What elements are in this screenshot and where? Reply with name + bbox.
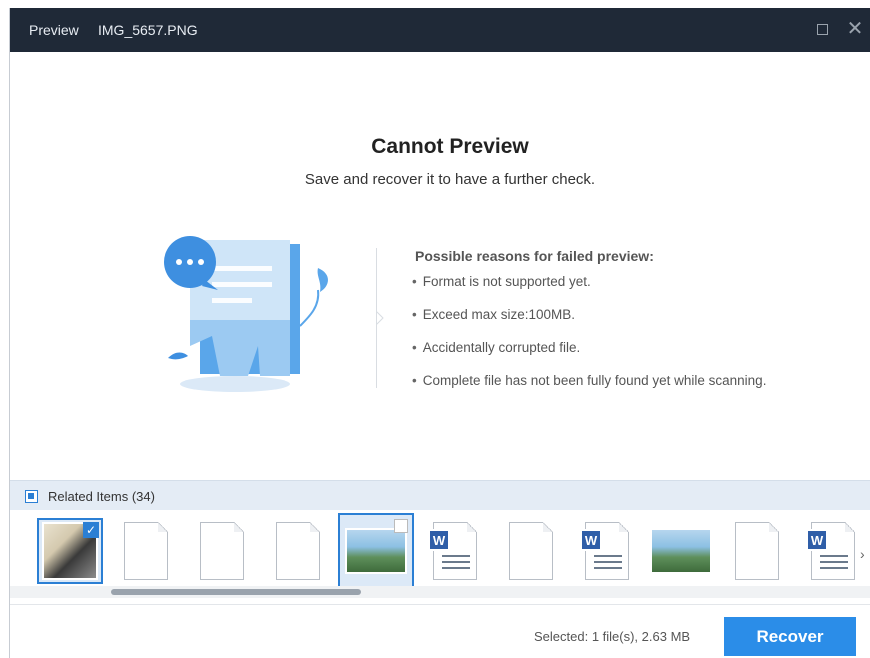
reason-item: • Complete file has not been fully found … bbox=[412, 373, 767, 388]
related-items-label: Related Items (34) bbox=[48, 489, 155, 504]
window-title: Preview bbox=[29, 22, 79, 38]
scroll-right-icon[interactable]: › bbox=[860, 546, 865, 562]
reason-item: • Exceed max size:100MB. bbox=[412, 307, 576, 322]
thumbnail-item[interactable]: W bbox=[422, 518, 488, 584]
thumbnail-item[interactable] bbox=[724, 518, 790, 584]
thumbnail-item[interactable] bbox=[498, 518, 564, 584]
file-icon bbox=[735, 522, 779, 580]
title-bar: Preview IMG_5657.PNG ✕ bbox=[10, 8, 870, 52]
file-icon bbox=[276, 522, 320, 580]
checked-icon: ✓ bbox=[83, 522, 99, 538]
reasons-title: Possible reasons for failed preview: bbox=[415, 248, 654, 264]
cannot-preview-heading: Cannot Preview bbox=[371, 135, 529, 158]
selection-summary: Selected: 1 file(s), 2.63 MB bbox=[534, 629, 691, 644]
related-items-checkbox[interactable] bbox=[25, 490, 38, 503]
file-icon bbox=[124, 522, 168, 580]
related-items-bar: Related Items (34) bbox=[10, 480, 870, 510]
thumbnail-item[interactable]: W bbox=[574, 518, 640, 584]
divider-notch bbox=[376, 311, 384, 325]
word-document-icon: W bbox=[580, 522, 629, 580]
unchecked-icon bbox=[394, 519, 408, 533]
photo-thumbnail bbox=[345, 528, 407, 574]
reason-item: • Accidentally corrupted file. bbox=[412, 340, 581, 355]
maximize-button[interactable] bbox=[813, 20, 831, 38]
footer: Selected: 1 file(s), 2.63 MB Recover bbox=[10, 604, 870, 658]
maximize-icon bbox=[816, 23, 828, 35]
thumbnail-item[interactable] bbox=[189, 518, 255, 584]
cannot-preview-subheading: Save and recover it to have a further ch… bbox=[304, 171, 596, 188]
scrollbar-thumb[interactable] bbox=[111, 589, 361, 595]
file-icon bbox=[200, 522, 244, 580]
preview-window: Preview IMG_5657.PNG ✕ Cannot Preview Sa… bbox=[9, 8, 870, 658]
word-document-icon: W bbox=[806, 522, 855, 580]
close-icon: ✕ bbox=[846, 18, 864, 40]
file-name: IMG_5657.PNG bbox=[98, 22, 198, 38]
thumbnail-item-current[interactable] bbox=[338, 513, 414, 589]
thumbnail-item[interactable]: W bbox=[800, 518, 866, 584]
reason-item: • Format is not supported yet. bbox=[412, 274, 591, 289]
recover-button[interactable]: Recover bbox=[724, 617, 856, 656]
close-button[interactable]: ✕ bbox=[846, 18, 864, 40]
thumbnail-item[interactable] bbox=[648, 518, 714, 584]
horizontal-scrollbar[interactable] bbox=[10, 586, 870, 598]
failed-preview-illustration bbox=[164, 236, 328, 392]
file-icon bbox=[509, 522, 553, 580]
thumbnail-item[interactable] bbox=[113, 518, 179, 584]
thumbnail-item[interactable] bbox=[265, 518, 331, 584]
word-document-icon: W bbox=[428, 522, 477, 580]
thumbnail-item[interactable]: ✓ bbox=[37, 518, 103, 584]
